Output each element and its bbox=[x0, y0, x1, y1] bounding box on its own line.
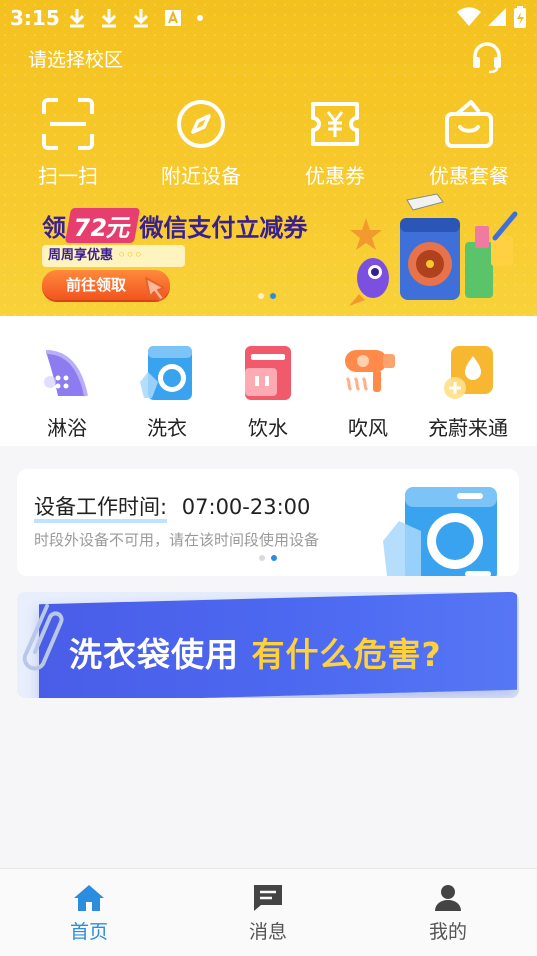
wifi-icon bbox=[457, 7, 481, 27]
card-pagination bbox=[259, 555, 277, 561]
hair-dryer-icon bbox=[345, 350, 395, 392]
scan-icon bbox=[42, 98, 94, 150]
promo-amount: 72元 bbox=[64, 208, 141, 243]
work-time-title: 设备工作时间: 07:00-23:00 bbox=[34, 491, 311, 523]
header: 3:15 请选择校区 扫一扫 附近设备 优惠券 优惠套餐 领 72元 微信支付立… bbox=[0, 0, 537, 316]
quick-action-label: 优惠套餐 bbox=[429, 164, 509, 188]
washing-machine-illustration bbox=[383, 487, 497, 576]
pagination-dot-active bbox=[270, 293, 276, 299]
battery-icon bbox=[514, 6, 526, 28]
article-title: 洗衣袋使用 有什么危害? bbox=[69, 628, 442, 676]
quick-action-label: 附近设备 bbox=[161, 164, 241, 188]
pagination-dot bbox=[258, 293, 264, 299]
notification-icons bbox=[68, 8, 204, 28]
service-hair-dryer[interactable]: 吹风 bbox=[318, 342, 418, 441]
package-icon bbox=[445, 100, 493, 148]
nav-label: 消息 bbox=[248, 921, 287, 943]
service-grid: 淋浴 洗衣 饮水 吹风 充蔚来通 bbox=[0, 316, 537, 446]
profile-icon bbox=[435, 885, 461, 911]
article-title-yellow: 有什么危害? bbox=[251, 635, 442, 674]
promo-prefix: 领 bbox=[42, 214, 66, 242]
nav-profile[interactable]: 我的 bbox=[388, 881, 508, 944]
work-time-description: 时段外设备不可用，请在该时间段使用设备 bbox=[34, 531, 320, 549]
service-label: 充蔚来通 bbox=[428, 416, 508, 440]
signal-icon bbox=[488, 8, 506, 26]
shower-icon bbox=[44, 350, 88, 397]
coupon-icon bbox=[311, 102, 359, 146]
headset-icon[interactable] bbox=[470, 40, 504, 74]
nav-label: 首页 bbox=[69, 921, 108, 943]
quick-action-scan[interactable]: 扫一扫 bbox=[8, 96, 128, 189]
quick-action-package[interactable]: 优惠套餐 bbox=[409, 96, 529, 189]
pagination-dot-active bbox=[271, 555, 277, 561]
promo-title: 领 72元 微信支付立减券 bbox=[42, 208, 307, 243]
status-time: 3:15 bbox=[10, 6, 60, 30]
service-laundry[interactable]: 洗衣 bbox=[117, 342, 217, 441]
promo-suffix: 微信支付立减券 bbox=[139, 214, 308, 242]
status-bar: 3:15 bbox=[0, 0, 537, 36]
quick-action-coupon[interactable]: 优惠券 bbox=[275, 96, 395, 189]
download-icon bbox=[69, 9, 85, 28]
promo-illustration bbox=[349, 193, 518, 306]
work-time-card[interactable]: 设备工作时间: 07:00-23:00 时段外设备不可用，请在该时间段使用设备 bbox=[17, 469, 519, 576]
download-icon bbox=[101, 9, 117, 28]
work-time-hours: 07:00-23:00 bbox=[181, 495, 311, 519]
water-dispenser-icon bbox=[245, 346, 291, 400]
service-label: 洗衣 bbox=[147, 416, 187, 440]
nav-label: 我的 bbox=[428, 921, 467, 943]
work-time-label: 设备工作时间: bbox=[34, 495, 168, 523]
home-icon bbox=[74, 885, 104, 911]
bottom-navigation: 首页 消息 我的 bbox=[0, 868, 537, 956]
quick-action-nearby[interactable]: 附近设备 bbox=[141, 96, 261, 189]
paperclip-icon bbox=[22, 604, 64, 671]
nav-messages[interactable]: 消息 bbox=[208, 881, 328, 944]
service-label: 饮水 bbox=[248, 416, 288, 440]
promo-pagination bbox=[258, 293, 276, 299]
service-charging[interactable]: 充蔚来通 bbox=[418, 342, 518, 441]
campus-selector[interactable]: 请选择校区 bbox=[28, 45, 123, 72]
dot-icon bbox=[197, 15, 203, 21]
a-icon bbox=[165, 10, 181, 26]
service-drinking-water[interactable]: 饮水 bbox=[218, 342, 318, 441]
compass-icon bbox=[177, 100, 225, 148]
message-icon bbox=[254, 885, 282, 911]
service-label: 吹风 bbox=[348, 416, 388, 440]
pagination-dot bbox=[259, 555, 265, 561]
article-banner[interactable]: 洗衣袋使用 有什么危害? bbox=[17, 592, 519, 698]
service-label: 淋浴 bbox=[47, 416, 87, 440]
quick-action-label: 优惠券 bbox=[305, 164, 365, 188]
washing-machine-icon bbox=[140, 346, 192, 400]
charge-icon bbox=[444, 346, 493, 399]
pointer-hand-icon bbox=[145, 277, 165, 301]
quick-action-label: 扫一扫 bbox=[38, 164, 98, 188]
download-icon bbox=[133, 9, 149, 28]
service-shower[interactable]: 淋浴 bbox=[17, 342, 117, 441]
system-icons bbox=[457, 6, 527, 28]
nav-home[interactable]: 首页 bbox=[29, 881, 149, 944]
promo-subtitle: 周周享优惠 ◦◦◦ bbox=[42, 245, 185, 267]
article-title-white: 洗衣袋使用 bbox=[69, 635, 239, 674]
promo-banner[interactable]: 领 72元 微信支付立减券 周周享优惠 ◦◦◦ 前往领取 bbox=[0, 190, 537, 316]
